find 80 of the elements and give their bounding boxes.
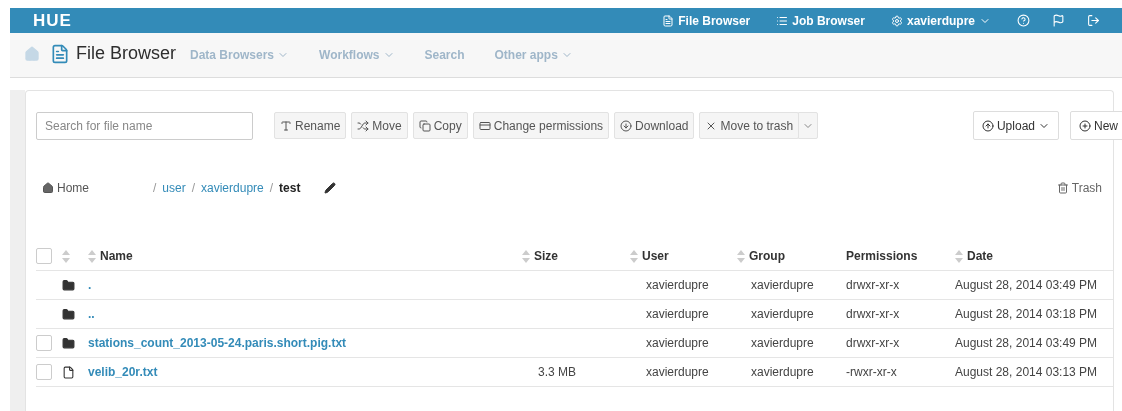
table-cell-text: August 28, 2014 03:18 PM bbox=[955, 307, 1099, 321]
table-cell-text: August 28, 2014 03:13 PM bbox=[955, 365, 1099, 379]
table-cell-text: drwxr-xr-x bbox=[846, 336, 901, 350]
table-cell-text: drwxr-xr-x bbox=[846, 307, 901, 321]
upload-icon bbox=[981, 119, 994, 132]
table-cell-text: xavierdupre bbox=[645, 278, 710, 292]
table-cell-text: -rwxr-xr-x bbox=[846, 365, 898, 379]
table-cell-text: xavierdupre bbox=[645, 365, 710, 379]
column-header[interactable]: Permissions bbox=[846, 249, 955, 263]
breadcrumb-link[interactable]: test bbox=[279, 181, 301, 195]
flag-icon[interactable] bbox=[1052, 14, 1065, 27]
folder-icon bbox=[62, 336, 75, 350]
action-button[interactable]: Change permissions bbox=[472, 112, 610, 139]
table-cell-text: xavierdupre bbox=[750, 307, 815, 321]
sort-icon[interactable] bbox=[88, 249, 96, 263]
file-name-link[interactable]: stations_count_2013-05-24.paris.short.pig.txt bbox=[88, 336, 347, 350]
trash-link[interactable]: Trash bbox=[1056, 181, 1102, 195]
breadcrumb-separator: / bbox=[269, 181, 274, 195]
nav-link[interactable]: xavierdupre bbox=[890, 13, 991, 28]
table-cell-text: drwxr-xr-x bbox=[846, 278, 901, 292]
page-title: File Browser bbox=[76, 43, 177, 64]
plus-icon bbox=[1079, 119, 1091, 132]
search-field[interactable]: Search for file name bbox=[36, 111, 253, 140]
breadcrumb-link[interactable]: xavierdupre bbox=[201, 181, 264, 195]
download-icon bbox=[620, 119, 633, 132]
action-button[interactable]: Rename bbox=[274, 112, 347, 139]
breadcrumb-separator: / bbox=[153, 181, 157, 195]
file-icon bbox=[50, 43, 70, 64]
folder-icon bbox=[62, 307, 75, 321]
table-cell-text: August 28, 2014 03:49 PM bbox=[955, 336, 1099, 350]
column-header[interactable]: User bbox=[630, 249, 737, 263]
column-header[interactable]: Group bbox=[737, 249, 846, 263]
table-cell-text: xavierdupre bbox=[750, 365, 815, 379]
sort-icon[interactable] bbox=[630, 249, 638, 263]
column-header[interactable]: Name bbox=[88, 249, 522, 263]
move-icon bbox=[357, 119, 370, 132]
checkbox[interactable] bbox=[36, 364, 52, 380]
column-header[interactable]: Date bbox=[955, 249, 1113, 263]
sort-icon[interactable] bbox=[522, 249, 530, 263]
file-name-link[interactable]: velib_20r.txt bbox=[88, 365, 158, 379]
table-cell-text: xavierdupre bbox=[645, 307, 710, 321]
checkbox[interactable] bbox=[36, 248, 52, 264]
breadcrumb-separator: / bbox=[191, 181, 196, 195]
table-cell-text: August 28, 2014 03:49 PM bbox=[955, 278, 1099, 292]
sort-icon[interactable] bbox=[737, 249, 745, 263]
gears-icon bbox=[890, 14, 903, 27]
action-button[interactable]: Move bbox=[351, 112, 408, 139]
edit-icon[interactable] bbox=[324, 182, 337, 194]
permissions-icon bbox=[478, 119, 491, 132]
logout-icon[interactable] bbox=[1087, 14, 1100, 27]
rename-icon bbox=[280, 119, 292, 132]
table-cell-text: xavierdupre bbox=[750, 336, 815, 350]
action-button[interactable]: Download bbox=[614, 112, 695, 139]
help-icon[interactable] bbox=[1017, 14, 1030, 27]
new-button[interactable]: New bbox=[1070, 111, 1122, 140]
breadcrumb-link[interactable]: user bbox=[162, 181, 186, 195]
nav-link[interactable]: File Browser bbox=[662, 13, 751, 28]
folder-icon bbox=[62, 278, 75, 292]
table-cell-text: xavierdupre bbox=[750, 278, 815, 292]
table-cell-text: 3.3 MB bbox=[537, 365, 577, 379]
list-icon bbox=[776, 14, 789, 27]
file-name-link[interactable]: .. bbox=[88, 307, 95, 321]
action-button[interactable]: Move to trash bbox=[699, 112, 800, 139]
upload-button[interactable]: Upload bbox=[972, 111, 1059, 140]
file-name-link[interactable]: . bbox=[88, 278, 92, 292]
home-icon[interactable] bbox=[24, 45, 40, 62]
checkbox[interactable] bbox=[36, 335, 52, 351]
dropdown-button[interactable] bbox=[798, 112, 819, 139]
sort-icon[interactable] bbox=[955, 249, 963, 263]
sort-icon[interactable] bbox=[62, 249, 70, 263]
file-icon bbox=[662, 14, 675, 27]
file-icon bbox=[62, 365, 75, 379]
logo[interactable]: HUE bbox=[33, 10, 72, 31]
table-cell-text: xavierdupre bbox=[645, 336, 710, 350]
column-header[interactable]: Size bbox=[522, 249, 630, 263]
home-link[interactable]: Home bbox=[42, 181, 147, 195]
copy-icon bbox=[418, 119, 431, 132]
action-button[interactable]: Copy bbox=[412, 112, 468, 139]
home-icon bbox=[42, 182, 54, 194]
nav-link[interactable]: Job Browser bbox=[776, 13, 865, 28]
